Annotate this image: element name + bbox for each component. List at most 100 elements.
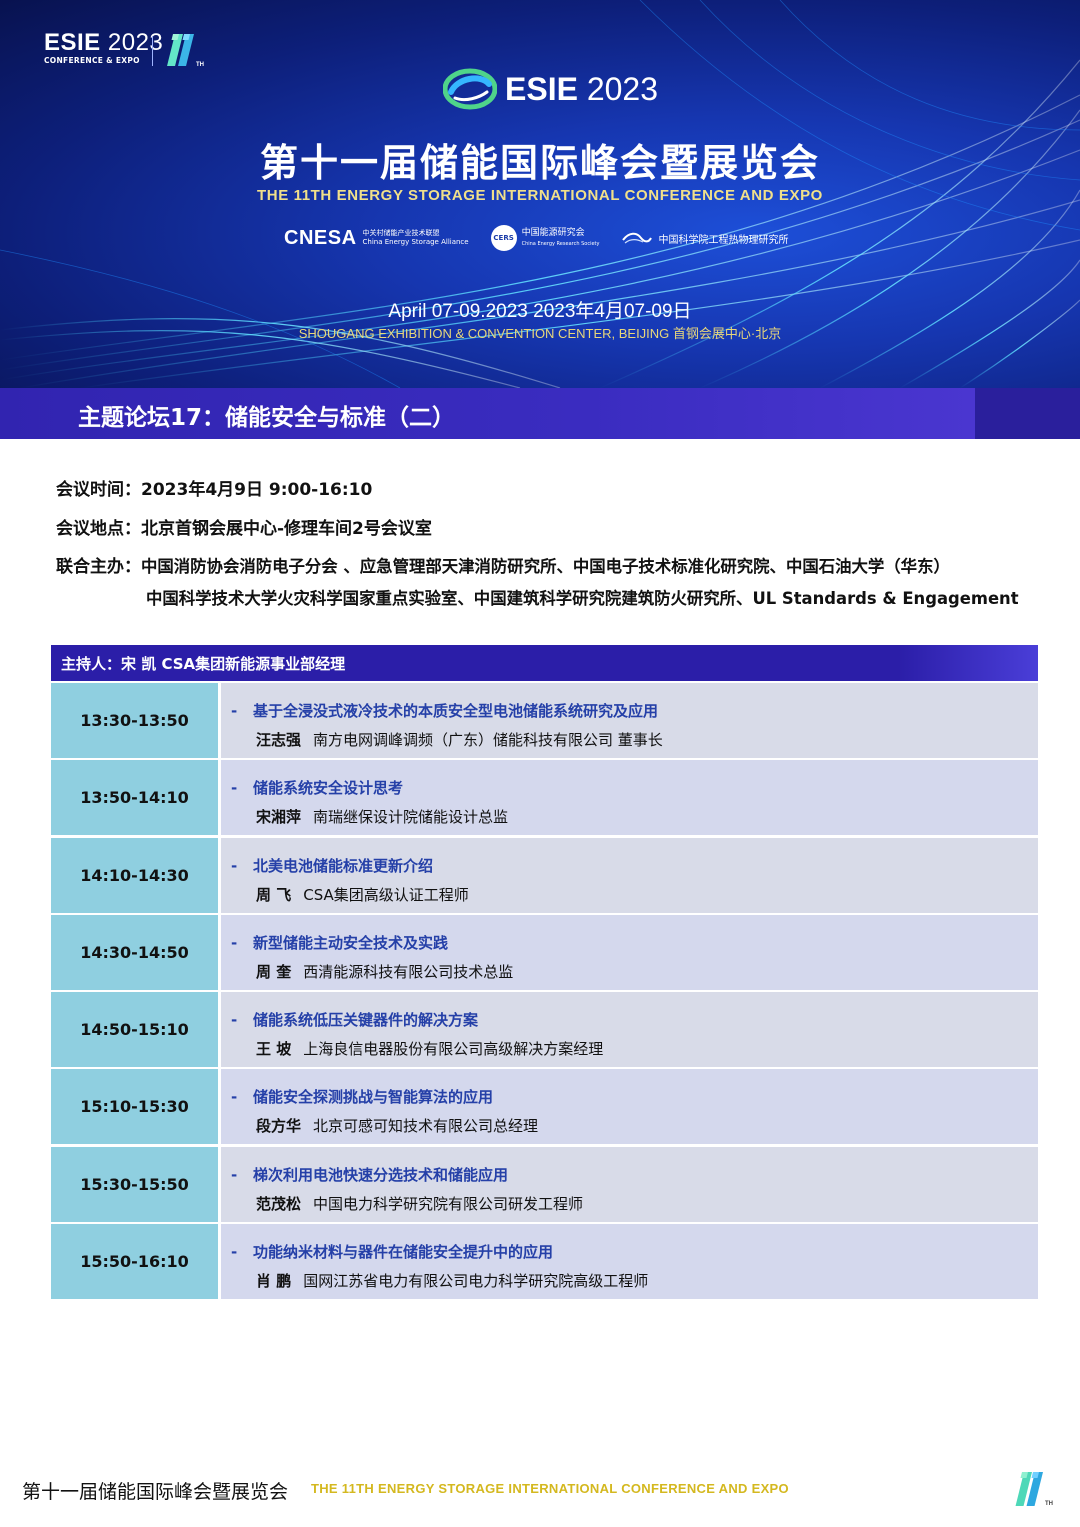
speaker-name: 汪志强: [256, 731, 302, 749]
esie-swirl-icon: [443, 68, 497, 110]
eleventh-edition-logo: TH 11: [166, 30, 204, 68]
speaker-name: 范茂松: [256, 1194, 302, 1213]
agenda-row: 15:50-16:10 - 功能纳米材料与器件在储能安全提升中的应用 肖 鹏国网江…: [51, 1224, 1038, 1300]
conference-title-en: THE 11TH ENERGY STORAGE INTERNATIONAL CO…: [257, 187, 823, 204]
session-detail: - 北美电池储能标准更新介绍 周 飞 CSA集团高级认证工程师: [221, 837, 1038, 913]
session-detail: - 梯次利用电池快速分选技术和储能应用 范茂松 中国电力科学研究院有限公司研发工程师: [221, 1146, 1038, 1222]
cnesa-name: CNESA: [284, 226, 357, 249]
speaker-affiliation: 南方电网调峰调频（广东）储能科技有限公司 董事长: [313, 731, 663, 749]
brand-small-year: 2023: [107, 29, 164, 56]
speaker-affiliation: 北京可感可知技术有限公司总经理: [313, 1117, 539, 1136]
session-topic: 新型储能主动安全技术及实践: [253, 933, 449, 952]
session-topic: 功能纳米材料与器件在储能安全提升中的应用: [253, 1243, 554, 1262]
conference-date: April 07-09.2023 2023年4月07-09日: [388, 301, 692, 322]
co-organizers: 联合主办：中国消防协会消防电子分会 、应急管理部天津消防研究所、中国电子技术标准…: [56, 552, 950, 577]
bullet-dash: -: [231, 702, 238, 720]
session-topic: 储能系统安全设计思考: [253, 779, 404, 798]
cnesa-logo: CNESA 中关村储能产业技术联盟 China Energy Storage A…: [284, 227, 469, 250]
session-time: 13:30-13:50: [51, 683, 218, 758]
bullet-dash: -: [231, 933, 238, 952]
agenda-row: 14:10-14:30 - 北美电池储能标准更新介绍 周 飞 CSA集团高级认证工程…: [51, 837, 1038, 913]
session-detail: - 储能安全探测挑战与智能算法的应用 段方华 北京可感可知技术有限公司总经理: [221, 1069, 1038, 1145]
cers-cn-name: 中国能源研究会: [521, 227, 585, 238]
session-time: 14:10-14:30: [51, 837, 218, 913]
session-topic: 储能安全探测挑战与智能算法的应用: [253, 1088, 494, 1107]
cnesa-cn-name: 中关村储能产业技术联盟: [362, 229, 440, 237]
bullet-dash: -: [231, 1011, 238, 1030]
session-time: 15:30-15:50: [51, 1146, 218, 1222]
header-banner: ESIE 2023 CONFERENCE & EXPO TH 11 ESIE 2…: [0, 0, 1080, 388]
session-topic: 北美电池储能标准更新介绍: [253, 856, 434, 875]
speaker-affiliation: 国网江苏省电力有限公司电力科学研究院高级工程师: [303, 1272, 649, 1291]
logo-divider: [152, 36, 153, 66]
meeting-time: 会议时间：2023年4月9日 9:00-16:10: [56, 475, 372, 500]
session-detail: - 功能纳米材料与器件在储能安全提升中的应用 肖 鹏国网江苏省电力有限公司电力科学…: [221, 1224, 1038, 1300]
conference-title-cn: 第十一届储能国际峰会暨展览会: [259, 141, 820, 185]
speaker-name: 肖 鹏: [256, 1272, 292, 1291]
session-time: 15:10-15:30: [51, 1069, 218, 1145]
session-time: 15:50-16:10: [51, 1224, 218, 1300]
partner-logos: CNESA 中关村储能产业技术联盟 China Energy Storage A…: [284, 225, 788, 251]
bullet-dash: -: [231, 1243, 238, 1262]
moderator-label: 主持人：宋 凯 CSA集团新能源事业部经理: [61, 655, 346, 673]
session-detail: - 储能系统低压关键器件的解决方案 王 坡上海良信电器股份有限公司高级解决方案经理: [221, 992, 1038, 1068]
meeting-time-value: 2023年4月9日 9:00-16:10: [141, 480, 373, 500]
footer-title-cn: 第十一届储能国际峰会暨展览会: [22, 1481, 289, 1503]
agenda-row: 15:30-15:50 - 梯次利用电池快速分选技术和储能应用 范茂松 中国电力科学…: [51, 1146, 1038, 1222]
edition-mark-text: TH: [196, 62, 204, 68]
bullet-dash: -: [231, 779, 238, 798]
footer-edition-number: 11: [1013, 1468, 1015, 1469]
speaker-name: 周 飞: [256, 885, 292, 904]
session-time: 14:50-15:10: [51, 992, 218, 1068]
session-detail: - 基于全浸没式液冷技术的本质安全型电池储能系统研究及应用 汪志强 南方电网调峰调频…: [221, 683, 1038, 758]
meeting-place-value: 北京首钢会展中心-修理车间2号会议室: [141, 519, 432, 539]
co-organizers-label: 联合主办：: [56, 557, 141, 577]
forum-title: 主题论坛17：储能安全与标准（二）: [78, 405, 456, 431]
session-topic: 储能系统低压关键器件的解决方案: [253, 1011, 479, 1030]
edition-mark-number: 11: [166, 30, 168, 31]
speaker-affiliation: CSA集团高级认证工程师: [303, 885, 469, 904]
meeting-time-label: 会议时间：: [56, 480, 141, 500]
bullet-dash: -: [231, 1088, 238, 1107]
bullet-dash: -: [231, 856, 238, 875]
speaker-name: 周 奎: [256, 962, 292, 981]
wave-icon: [622, 232, 653, 244]
session-time: 14:30-14:50: [51, 914, 218, 990]
moderator-bar: 主持人：宋 凯 CSA集团新能源事业部经理: [51, 645, 1038, 681]
agenda-row: 15:10-15:30 - 储能安全探测挑战与智能算法的应用 段方华 北京可感可知技…: [51, 1069, 1038, 1145]
speaker-name: 宋湘萍: [256, 808, 302, 827]
forum-title-bar: 主题论坛17：储能安全与标准（二）: [0, 388, 1080, 439]
cas-institute-name: 中国科学院工程热物理研究所: [658, 234, 789, 246]
footer-edition-suffix: TH: [1045, 1501, 1053, 1507]
cnesa-en-name: China Energy Storage Alliance: [362, 238, 469, 246]
brand-center-year: 2023: [586, 70, 658, 107]
agenda-row: 13:30-13:50 - 基于全浸没式液冷技术的本质安全型电池储能系统研究及应用…: [51, 683, 1038, 758]
cers-en-name: China Energy Research Society: [521, 240, 600, 247]
conference-venue: SHOUGANG EXHIBITION & CONVENTION CENTER,…: [298, 326, 782, 341]
co-organizers-line2: 中国科学技术大学火灾科学国家重点实验室、中国建筑科学研究院建筑防火研究所、UL …: [146, 589, 1019, 608]
cas-institute-logo: 中国科学院工程热物理研究所: [621, 230, 788, 246]
cers-logo: CERS 中国能源研究会 China Energy Research Socie…: [490, 225, 600, 251]
agenda-table: 13:30-13:50 - 基于全浸没式液冷技术的本质安全型电池储能系统研究及应用…: [51, 683, 1038, 1301]
co-organizers-line1: 中国消防协会消防电子分会 、应急管理部天津消防研究所、中国电子技术标准化研究院、…: [141, 557, 950, 576]
esie-logo-small: ESIE 2023 CONFERENCE & EXPO: [44, 29, 164, 66]
eleventh-edition-logo-footer: TH 11: [1013, 1468, 1053, 1507]
speaker-affiliation: 西清能源科技有限公司技术总监: [303, 962, 514, 981]
agenda-row: 14:50-15:10 - 储能系统低压关键器件的解决方案 王 坡上海良信电器股份…: [51, 992, 1038, 1068]
cers-badge: CERS: [490, 225, 517, 251]
speaker-name: 段方华: [256, 1117, 302, 1136]
footer-title-en: THE 11TH ENERGY STORAGE INTERNATIONAL CO…: [311, 1481, 789, 1496]
session-topic: 梯次利用电池快速分选技术和储能应用: [253, 1165, 509, 1184]
session-detail: - 新型储能主动安全技术及实践 周 奎西清能源科技有限公司技术总监: [221, 914, 1038, 990]
bullet-dash: -: [231, 1165, 238, 1184]
speaker-name: 王 坡: [256, 1040, 292, 1059]
session-topic: 基于全浸没式液冷技术的本质安全型电池储能系统研究及应用: [253, 702, 659, 720]
brand-small-sub: CONFERENCE & EXPO: [44, 56, 140, 65]
speaker-affiliation: 中国电力科学研究院有限公司研发工程师: [313, 1194, 584, 1213]
session-detail: - 储能系统安全设计思考 宋湘萍 南瑞继保设计院储能设计总监: [221, 760, 1038, 836]
meeting-place-label: 会议地点：: [56, 519, 141, 539]
session-time: 13:50-14:10: [51, 760, 218, 836]
brand-center: ESIE: [505, 70, 578, 107]
agenda-row: 14:30-14:50 - 新型储能主动安全技术及实践 周 奎西清能源科技有限公司…: [51, 914, 1038, 990]
agenda-row: 13:50-14:10 - 储能系统安全设计思考 宋湘萍 南瑞继保设计院储能设计总监: [51, 760, 1038, 836]
